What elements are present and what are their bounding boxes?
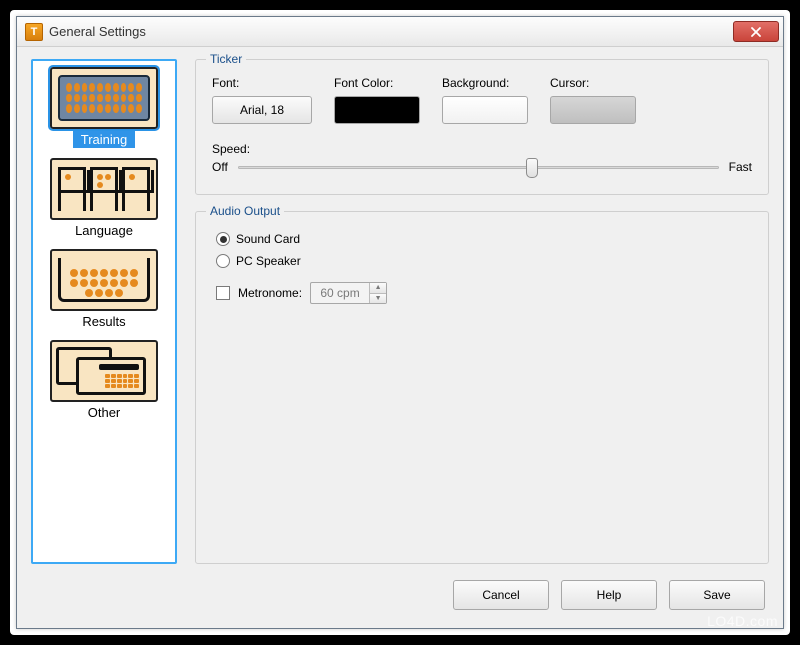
sidebar-item-language[interactable]: Language [44, 158, 164, 239]
speed-slider[interactable] [238, 158, 719, 176]
font-label: Font: [212, 76, 312, 90]
radio-label: PC Speaker [236, 254, 301, 268]
radio-soundcard[interactable] [216, 232, 230, 246]
other-icon [50, 340, 158, 402]
radio-label: Sound Card [236, 232, 300, 246]
results-icon [50, 249, 158, 311]
speed-label: Speed: [212, 142, 752, 156]
group-legend: Audio Output [206, 204, 284, 218]
audio-group: Audio Output Sound Card PC Speaker Metro… [195, 211, 769, 564]
radio-pcspeaker-row[interactable]: PC Speaker [216, 254, 752, 268]
close-icon [751, 27, 761, 37]
dialog-footer: Cancel Help Save [31, 578, 769, 616]
cursor-swatch[interactable] [550, 96, 636, 124]
sidebar-item-training[interactable]: Training [44, 67, 164, 148]
font-button-text: Arial, 18 [240, 103, 284, 117]
button-label: Save [703, 588, 730, 602]
metronome-value[interactable] [311, 283, 369, 303]
fontcolor-swatch[interactable] [334, 96, 420, 124]
speed-min-label: Off [212, 160, 228, 174]
spin-down-button[interactable]: ▼ [370, 294, 386, 304]
ticker-group: Ticker Font: Arial, 18 Font Color: [195, 59, 769, 195]
window-title: General Settings [49, 24, 146, 39]
metronome-label: Metronome: [238, 286, 302, 300]
radio-pcspeaker[interactable] [216, 254, 230, 268]
button-label: Cancel [482, 588, 519, 602]
sidebar-item-results[interactable]: Results [44, 249, 164, 330]
spin-up-button[interactable]: ▲ [370, 283, 386, 294]
close-button[interactable] [733, 21, 779, 42]
cancel-button[interactable]: Cancel [453, 580, 549, 610]
settings-window: T General Settings [16, 16, 784, 629]
category-sidebar: Training Language [31, 59, 177, 564]
sidebar-item-label: Results [74, 313, 133, 330]
font-button[interactable]: Arial, 18 [212, 96, 312, 124]
watermark: LO4D.com [707, 613, 778, 629]
background-swatch[interactable] [442, 96, 528, 124]
background-label: Background: [442, 76, 528, 90]
metronome-spinner[interactable]: ▲ ▼ [310, 282, 387, 304]
slider-thumb[interactable] [526, 158, 538, 178]
titlebar: T General Settings [17, 17, 783, 47]
keyboard-icon [50, 67, 158, 129]
sidebar-item-other[interactable]: Other [44, 340, 164, 421]
language-icon [50, 158, 158, 220]
sidebar-item-label: Language [67, 222, 141, 239]
button-label: Help [597, 588, 622, 602]
slider-track [238, 166, 719, 169]
sidebar-item-label: Training [73, 131, 135, 148]
radio-soundcard-row[interactable]: Sound Card [216, 232, 752, 246]
save-button[interactable]: Save [669, 580, 765, 610]
metronome-checkbox[interactable] [216, 286, 230, 300]
sidebar-item-label: Other [80, 404, 129, 421]
app-icon: T [25, 23, 43, 41]
group-legend: Ticker [206, 52, 246, 66]
fontcolor-label: Font Color: [334, 76, 420, 90]
help-button[interactable]: Help [561, 580, 657, 610]
speed-max-label: Fast [729, 160, 752, 174]
cursor-label: Cursor: [550, 76, 636, 90]
